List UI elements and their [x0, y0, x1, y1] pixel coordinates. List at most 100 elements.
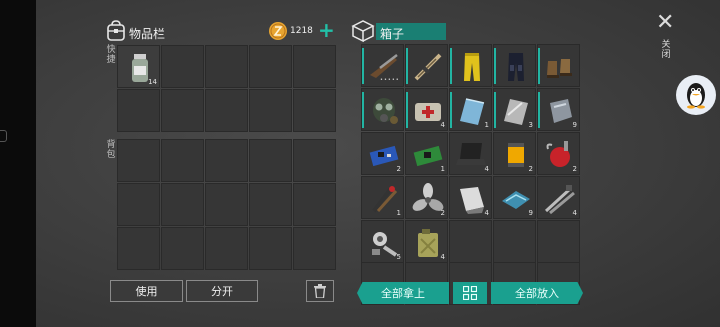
box-slot[interactable]: 2	[361, 132, 404, 175]
item-count: 1	[484, 121, 489, 129]
box-slot[interactable]	[537, 220, 580, 263]
box-slot[interactable]	[537, 44, 580, 87]
box-slot[interactable]: 4	[537, 176, 580, 219]
floating-assistant-button[interactable]	[676, 75, 716, 115]
first-aid-bag-icon	[415, 103, 441, 121]
box-slot[interactable]: 3	[493, 88, 536, 131]
blue-circuit-icon	[369, 145, 399, 167]
box-slot[interactable]	[361, 88, 404, 131]
item-count: 3	[528, 121, 533, 129]
box-slot[interactable]: 2	[493, 132, 536, 175]
box-slot[interactable]: 4	[449, 176, 492, 219]
quick-slot[interactable]	[293, 89, 336, 132]
durability-bar	[362, 92, 364, 128]
take-all-button[interactable]: 全部拿上	[357, 282, 449, 304]
backpack-slot[interactable]	[117, 183, 160, 226]
backpack-slot[interactable]	[249, 183, 292, 226]
penguin-icon	[687, 83, 705, 109]
item-count: 5	[396, 253, 401, 261]
backpack-slot[interactable]	[161, 227, 204, 270]
steel-plate-icon	[504, 99, 528, 125]
item-count: 9	[572, 121, 577, 129]
quickslot-label: 快捷	[106, 45, 116, 65]
backpack-slot[interactable]	[249, 139, 292, 182]
quick-slot[interactable]	[117, 89, 160, 132]
backpack-slot[interactable]	[205, 139, 248, 182]
jerry-can-icon	[418, 229, 438, 257]
blue-plate-icon	[460, 98, 485, 125]
backpack-slot[interactable]	[205, 227, 248, 270]
quick-slot[interactable]	[249, 45, 292, 88]
item-count: 4	[572, 209, 577, 217]
box-slot[interactable]	[449, 44, 492, 87]
trash-icon	[314, 284, 326, 298]
laptop-icon	[456, 143, 486, 165]
quick-slot[interactable]	[205, 89, 248, 132]
durability-bar	[538, 48, 540, 84]
quick-slot[interactable]	[205, 45, 248, 88]
backpack-slot[interactable]	[161, 139, 204, 182]
box-slot[interactable]: 9	[537, 88, 580, 131]
box-slot[interactable]: 9	[493, 176, 536, 219]
box-slot[interactable]: 1	[361, 176, 404, 219]
backpack-slot[interactable]	[161, 183, 204, 226]
durability-bar	[450, 92, 452, 128]
box-slot[interactable]	[405, 44, 448, 87]
box-slot[interactable]	[449, 220, 492, 263]
quick-slot[interactable]	[161, 89, 204, 132]
backpack-slot[interactable]	[293, 183, 336, 226]
box-slot[interactable]: 4	[405, 88, 448, 131]
yellow-pants-icon	[464, 53, 480, 81]
box-slot[interactable]: 5	[361, 220, 404, 263]
box-slot[interactable]	[493, 44, 536, 87]
trash-button[interactable]	[306, 280, 334, 302]
backpack-slot[interactable]	[249, 227, 292, 270]
backpack-slot[interactable]	[293, 227, 336, 270]
box-title: 箱子	[380, 27, 405, 41]
sheet-metal-icon	[460, 187, 484, 214]
box-slot[interactable]: •••••	[361, 44, 404, 87]
rifle-icon	[414, 53, 442, 81]
box-slot[interactable]: 4	[405, 220, 448, 263]
box-slot[interactable]	[493, 220, 536, 263]
backpack-slot[interactable]	[205, 183, 248, 226]
durability-bar	[450, 48, 452, 84]
durability-bar	[406, 92, 408, 128]
item-count: 2	[528, 165, 533, 173]
metal-chunk-icon	[550, 99, 572, 123]
use-button[interactable]: 使用	[110, 280, 183, 302]
item-count: 2	[396, 165, 401, 173]
quick-slot[interactable]	[293, 45, 336, 88]
backpack-slot[interactable]	[117, 139, 160, 182]
close-icon[interactable]: ✕	[656, 10, 674, 35]
backpack-slot[interactable]	[293, 139, 336, 182]
put-all-button[interactable]: 全部放入	[491, 282, 583, 304]
grid-icon	[463, 286, 477, 300]
scrap-parts-icon	[372, 232, 398, 257]
box-slot[interactable]: 1	[405, 132, 448, 175]
box-slot[interactable]: 1	[449, 88, 492, 131]
box-slot[interactable]: 4	[449, 132, 492, 175]
quick-slot[interactable]	[161, 45, 204, 88]
grid-toggle-button[interactable]	[453, 282, 487, 304]
box-slot[interactable]: 2	[537, 132, 580, 175]
backpack-label: 背包	[106, 140, 116, 160]
durability-bar	[494, 92, 496, 128]
item-count: 2	[572, 165, 577, 173]
backpack-slot[interactable]	[117, 227, 160, 270]
quick-slot[interactable]: 14	[117, 45, 160, 88]
item-count: 9	[528, 209, 533, 217]
inventory-title: 物品栏	[129, 27, 166, 41]
close-label[interactable]: 关闭	[661, 40, 671, 60]
split-button[interactable]: 分开	[186, 280, 258, 302]
gas-mask-icon	[373, 98, 398, 124]
add-coins-button[interactable]: +	[318, 18, 335, 42]
tools-bundle-icon	[372, 185, 398, 213]
durability-bar	[494, 48, 496, 84]
quick-slot[interactable]	[249, 89, 292, 132]
box-slot[interactable]: 2	[405, 176, 448, 219]
durability-bar	[362, 48, 364, 84]
item-count: 1	[396, 209, 401, 217]
item-count: 1	[440, 165, 445, 173]
edge-handle[interactable]	[0, 130, 7, 142]
